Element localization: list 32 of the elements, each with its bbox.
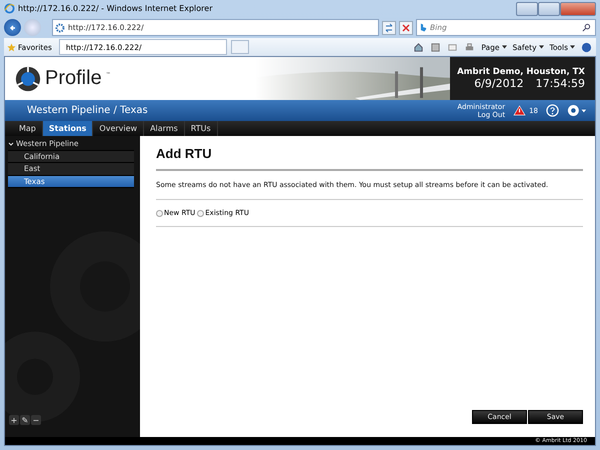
caret-icon — [538, 45, 544, 49]
search-icon[interactable] — [582, 23, 591, 32]
page-title: Add RTU — [156, 146, 213, 161]
close-button[interactable] — [560, 2, 596, 16]
arrow-left-icon — [8, 22, 18, 32]
nav-tab[interactable]: Stations — [42, 121, 94, 136]
star-icon — [7, 42, 16, 52]
warning-icon[interactable] — [513, 105, 526, 116]
site-name: Ambrit Demo, Houston, TX — [457, 67, 585, 77]
time-text: 17:54:59 — [536, 77, 585, 90]
stop-icon[interactable] — [399, 20, 413, 34]
browser-logo-icon — [4, 3, 15, 14]
search-logo-icon — [420, 23, 427, 32]
print-icon[interactable] — [464, 42, 476, 52]
tool-button[interactable]: + — [9, 415, 19, 425]
breadcrumb: Western Pipeline / Texas — [27, 105, 148, 116]
date-text: 6/9/2012 — [474, 77, 524, 90]
refresh-icon[interactable] — [382, 20, 396, 34]
tool-button[interactable]: − — [31, 415, 41, 425]
caret-icon — [502, 45, 507, 49]
chevron-down-icon[interactable] — [8, 140, 14, 147]
home-icon[interactable] — [413, 42, 424, 52]
minimize-button[interactable] — [516, 2, 538, 16]
settings-icon[interactable] — [567, 104, 587, 117]
back-button[interactable] — [4, 19, 21, 36]
window-title: http://172.16.0.222/ - Windows Internet Explorer — [18, 4, 212, 13]
gear-icon — [55, 22, 65, 32]
logo-text: Profile — [45, 67, 102, 90]
maximize-button[interactable] — [538, 2, 560, 16]
tool-button[interactable]: ✎ — [20, 415, 30, 425]
logo-icon — [15, 66, 41, 92]
caret-icon — [570, 45, 575, 49]
